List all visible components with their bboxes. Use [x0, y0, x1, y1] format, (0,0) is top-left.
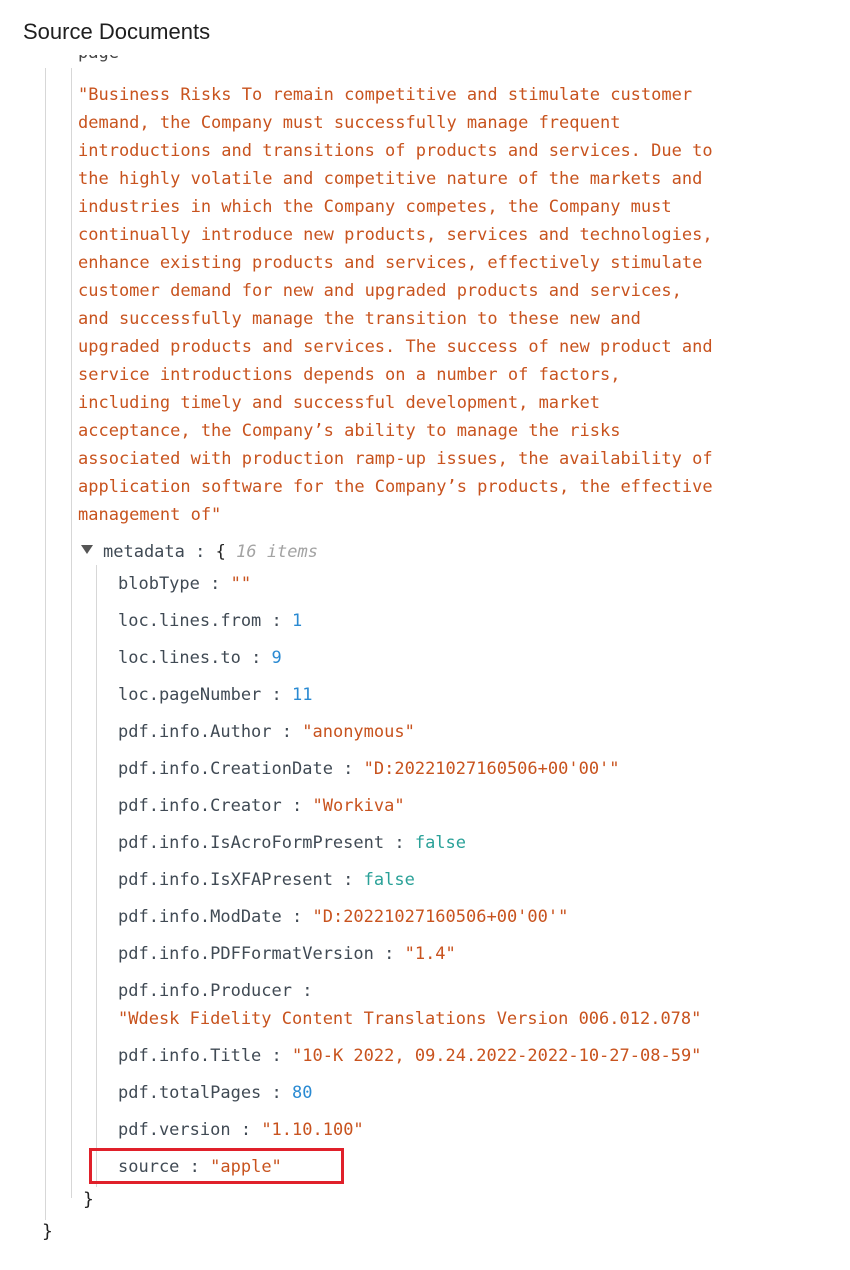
panel-title: Source Documents — [23, 19, 211, 44]
field-key: pdf.info.CreationDate — [118, 759, 333, 779]
root-close-brace: } — [42, 1221, 53, 1242]
field-value: 9 — [271, 648, 282, 668]
field-key: pdf.info.IsAcroFormPresent — [118, 833, 385, 853]
open-brace: { — [215, 542, 226, 562]
field-key: pdf.info.IsXFAPresent — [118, 870, 333, 890]
field-value: 80 — [292, 1083, 313, 1103]
metadata-key: metadata — [103, 542, 185, 562]
field-key: pdf.info.PDFFormatVersion — [118, 944, 374, 964]
field-key: loc.lines.to — [118, 648, 241, 668]
field-key: loc.pageNumber — [118, 685, 262, 705]
metadata-field-loc-lines-from: loc.lines.from : 1 — [118, 611, 303, 631]
metadata-field-pdf-info-isxfapresent: pdf.info.IsXFAPresent : false — [118, 870, 415, 890]
metadata-field-pdf-totalpages: pdf.totalPages : 80 — [118, 1083, 313, 1103]
field-value: "" — [230, 574, 252, 594]
field-value: "Workiva" — [312, 796, 405, 816]
metadata-close-brace: } — [83, 1189, 94, 1210]
field-value: false — [414, 833, 467, 853]
metadata-field-pdf-info-creator: pdf.info.Creator : "Workiva" — [118, 796, 405, 816]
metadata-field-pdf-info-title: pdf.info.Title : "10-K 2022, 09.24.2022-… — [118, 1046, 702, 1066]
page-content-key: pageContent — [78, 55, 118, 71]
field-value: "10-K 2022, 09.24.2022-2022-10-27-08-59" — [292, 1046, 702, 1066]
field-key: pdf.info.Title — [118, 1046, 262, 1066]
field-key: pdf.info.ModDate — [118, 907, 282, 927]
metadata-node-header[interactable]: metadata : { 16 items — [103, 538, 318, 566]
json-viewer: pageContent "Business Risks To remain co… — [0, 55, 850, 1270]
field-value: "1.4" — [404, 944, 456, 964]
metadata-field-pdf-info-isacroformpresent: pdf.info.IsAcroFormPresent : false — [118, 833, 467, 853]
field-key: pdf.info.Author — [118, 722, 272, 742]
field-value: "1.10.100" — [261, 1120, 364, 1140]
page-content-value: "Business Risks To remain competitive an… — [78, 85, 713, 525]
field-value: 1 — [292, 611, 303, 631]
metadata-field-pdf-info-pdfformatversion: pdf.info.PDFFormatVersion : "1.4" — [118, 944, 456, 964]
metadata-field-pdf-info-moddate: pdf.info.ModDate : "D:20221027160506+00'… — [118, 907, 569, 927]
indent-guide — [71, 68, 72, 1198]
metadata-field-loc-pagenumber: loc.pageNumber : 11 — [118, 685, 313, 705]
metadata-field-blobtype: blobType : "" — [118, 574, 252, 594]
field-value: "D:20221027160506+00'00'" — [312, 907, 569, 927]
field-value: "anonymous" — [302, 722, 415, 742]
indent-guide — [96, 565, 97, 1187]
field-key: pdf.totalPages — [118, 1083, 262, 1103]
metadata-field-loc-lines-to: loc.lines.to : 9 — [118, 648, 282, 668]
field-value-producer: "Wdesk Fidelity Content Translations Ver… — [118, 1009, 702, 1029]
metadata-field-pdf-info-producer: pdf.info.Producer : — [118, 981, 313, 1001]
metadata-field-pdf-info-creationdate: pdf.info.CreationDate : "D:2022102716050… — [118, 759, 620, 779]
field-key: blobType — [118, 574, 200, 594]
key-separator: : — [184, 542, 216, 562]
metadata-field-pdf-version: pdf.version : "1.10.100" — [118, 1120, 364, 1140]
field-key: pdf.info.Producer — [118, 981, 292, 1001]
field-key: pdf.version — [118, 1120, 231, 1140]
source-highlight-box — [89, 1148, 344, 1184]
field-key: loc.lines.from — [118, 611, 262, 631]
field-value: false — [363, 870, 415, 890]
field-key: pdf.info.Creator — [118, 796, 282, 816]
indent-guide — [45, 68, 46, 1220]
field-value: 11 — [292, 685, 313, 705]
metadata-field-pdf-info-author: pdf.info.Author : "anonymous" — [118, 722, 415, 742]
items-count: 16 items — [236, 542, 318, 562]
field-value: "D:20221027160506+00'00'" — [363, 759, 620, 779]
collapse-caret-icon[interactable] — [81, 545, 93, 554]
